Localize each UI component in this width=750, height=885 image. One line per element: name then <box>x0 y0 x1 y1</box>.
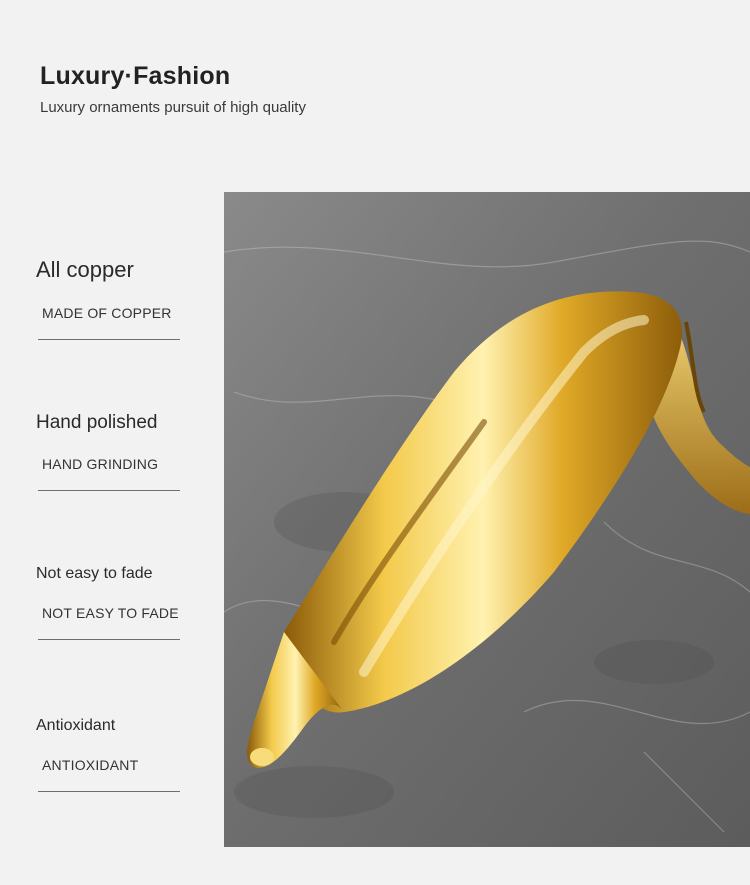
product-photo <box>224 192 750 847</box>
divider <box>38 639 180 640</box>
feature-title: Antioxidant <box>36 717 116 734</box>
gold-leaf-dish-image <box>224 192 750 847</box>
feature-caption: HAND GRINDING <box>42 456 159 472</box>
page-subtitle: Luxury ornaments pursuit of high quality <box>40 99 306 116</box>
feature-hand-polished: Hand polished HAND GRINDING <box>36 412 181 491</box>
divider <box>38 339 180 340</box>
feature-caption: NOT EASY TO FADE <box>42 605 179 621</box>
feature-caption: MADE OF COPPER <box>42 305 172 321</box>
feature-caption: ANTIOXIDANT <box>42 757 139 773</box>
page-title: Luxury·Fashion <box>40 62 231 90</box>
feature-all-copper: All copper MADE OF COPPER <box>36 257 181 340</box>
feature-title: All copper <box>36 257 134 282</box>
feature-not-easy-to-fade: Not easy to fade NOT EASY TO FADE <box>36 565 181 640</box>
feature-title: Not easy to fade <box>36 565 153 582</box>
feature-antioxidant: Antioxidant ANTIOXIDANT <box>36 717 181 792</box>
divider <box>38 791 180 792</box>
feature-title: Hand polished <box>36 412 158 433</box>
divider <box>38 490 180 491</box>
